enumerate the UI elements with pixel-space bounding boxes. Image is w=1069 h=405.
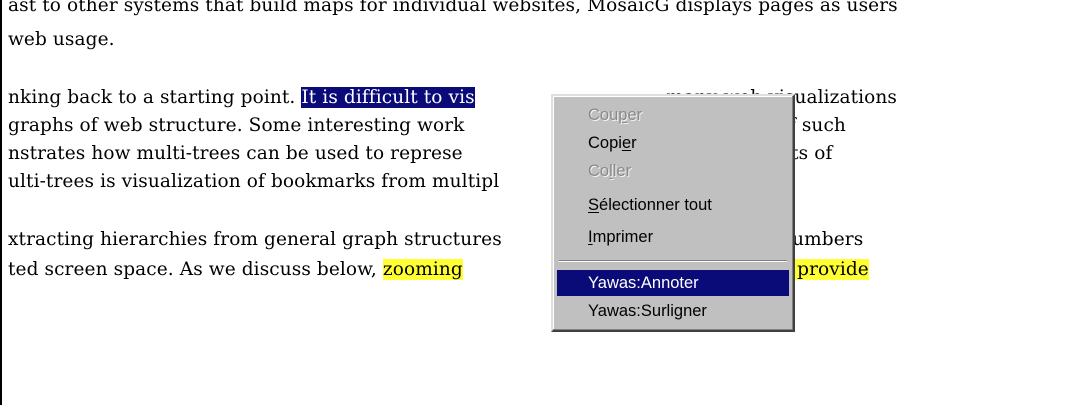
document-view[interactable]: ast to other systems that build maps for… bbox=[0, 0, 1069, 405]
text-line: web usage. bbox=[8, 28, 115, 52]
text-segment: nking back to a starting point. bbox=[8, 87, 302, 108]
menu-item-cut: Couper bbox=[588, 106, 643, 124]
menu-separator bbox=[559, 260, 787, 262]
text-segment: ast to other systems that build maps for… bbox=[8, 0, 898, 16]
text-line: ulti-trees is visualization of bookmarks… bbox=[8, 170, 499, 194]
text-segment: ted screen space. As we discuss below, bbox=[8, 259, 383, 280]
context-menu: Couper Copier Coller Sélectionner tout Impri… bbox=[551, 94, 795, 332]
page-edge bbox=[0, 0, 2, 405]
highlighted-text: zooming bbox=[382, 259, 463, 280]
menu-item-yawas-annotate[interactable]: Yawas:Annoter bbox=[557, 270, 789, 296]
text-segment: xtracting hierarchies from general graph… bbox=[8, 229, 502, 250]
menu-item-select-all[interactable]: Sélectionner tout bbox=[557, 192, 789, 218]
menu-item-paste: Coller bbox=[588, 162, 632, 180]
text-segment: graphs of web structure. Some interestin… bbox=[8, 115, 465, 136]
text-segment: web usage. bbox=[8, 29, 115, 50]
selected-text: It is difficult to vis bbox=[301, 87, 475, 108]
text-line: ast to other systems that build maps for… bbox=[8, 0, 898, 18]
menu-item-print[interactable]: Imprimer bbox=[557, 224, 789, 250]
menu-item-copy[interactable]: Copier bbox=[557, 130, 789, 156]
text-segment: nstrates how multi-trees can be used to … bbox=[8, 143, 463, 164]
menu-item-yawas-highlight[interactable]: Yawas:Surligner bbox=[557, 298, 789, 324]
text-segment: ulti-trees is visualization of bookmarks… bbox=[8, 171, 500, 192]
